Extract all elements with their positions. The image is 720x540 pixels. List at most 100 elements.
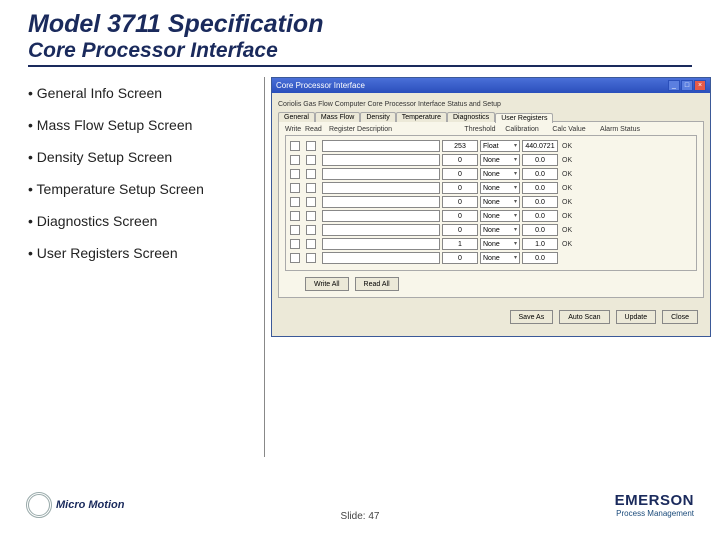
- tab-general[interactable]: General: [278, 112, 315, 122]
- calibration-select[interactable]: None: [480, 210, 520, 222]
- autoscan-button[interactable]: Auto Scan: [559, 310, 609, 324]
- bullet-item: • Mass Flow Setup Screen: [28, 117, 264, 133]
- window-titlebar: Core Processor Interface _ □ ×: [272, 78, 710, 93]
- micromotion-logo: Micro Motion: [26, 492, 124, 518]
- register-row: 0None0.0OK: [290, 182, 692, 194]
- desc-input[interactable]: [322, 182, 440, 194]
- saveas-button[interactable]: Save As: [510, 310, 554, 324]
- write-checkbox[interactable]: [290, 253, 300, 263]
- value-input[interactable]: 0.0: [522, 182, 558, 194]
- calibration-select[interactable]: Float: [480, 140, 520, 152]
- register-row: 0None0.0OK: [290, 154, 692, 166]
- tab-panel: Write Read Register Description Threshol…: [278, 122, 704, 298]
- tab-temperature[interactable]: Temperature: [396, 112, 447, 122]
- maximize-button[interactable]: □: [681, 80, 693, 91]
- alarm-status: OK: [560, 227, 606, 234]
- tab-massflow[interactable]: Mass Flow: [315, 112, 360, 122]
- read-checkbox[interactable]: [306, 225, 316, 235]
- close-dialog-button[interactable]: Close: [662, 310, 698, 324]
- threshold-input[interactable]: 0: [442, 224, 478, 236]
- emerson-sub: Process Management: [615, 509, 694, 518]
- alarm-status: OK: [560, 213, 606, 220]
- bullet-item: • Density Setup Screen: [28, 149, 264, 165]
- bullet-list: • General Info Screen • Mass Flow Setup …: [0, 77, 265, 457]
- register-row: 0None0.0: [290, 252, 692, 264]
- desc-input[interactable]: [322, 210, 440, 222]
- register-row: 0None0.0OK: [290, 224, 692, 236]
- tab-diagnostics[interactable]: Diagnostics: [447, 112, 495, 122]
- value-input[interactable]: 1.0: [522, 238, 558, 250]
- col-write: Write: [285, 126, 305, 133]
- read-checkbox[interactable]: [306, 155, 316, 165]
- write-checkbox[interactable]: [290, 183, 300, 193]
- read-checkbox[interactable]: [306, 197, 316, 207]
- threshold-input[interactable]: 0: [442, 196, 478, 208]
- read-checkbox[interactable]: [306, 169, 316, 179]
- read-checkbox[interactable]: [306, 239, 316, 249]
- desc-input[interactable]: [322, 196, 440, 208]
- tab-user-registers[interactable]: User Registers: [495, 113, 553, 123]
- threshold-input[interactable]: 0: [442, 252, 478, 264]
- register-row: 1None1.0OK: [290, 238, 692, 250]
- desc-input[interactable]: [322, 224, 440, 236]
- tab-density[interactable]: Density: [360, 112, 395, 122]
- calibration-select[interactable]: None: [480, 168, 520, 180]
- read-all-button[interactable]: Read All: [355, 277, 399, 291]
- write-checkbox[interactable]: [290, 225, 300, 235]
- read-checkbox[interactable]: [306, 183, 316, 193]
- calibration-select[interactable]: None: [480, 182, 520, 194]
- value-input[interactable]: 440.0721: [522, 140, 558, 152]
- alarm-status: OK: [560, 199, 606, 206]
- read-checkbox[interactable]: [306, 211, 316, 221]
- col-calibration: Calibration: [501, 126, 543, 133]
- threshold-input[interactable]: 0: [442, 182, 478, 194]
- value-input[interactable]: 0.0: [522, 196, 558, 208]
- threshold-input[interactable]: 0: [442, 210, 478, 222]
- write-checkbox[interactable]: [290, 141, 300, 151]
- value-input[interactable]: 0.0: [522, 154, 558, 166]
- alarm-status: OK: [560, 185, 606, 192]
- close-button[interactable]: ×: [694, 80, 706, 91]
- emerson-text: EMERSON: [615, 492, 694, 509]
- write-checkbox[interactable]: [290, 197, 300, 207]
- calibration-select[interactable]: None: [480, 196, 520, 208]
- desc-input[interactable]: [322, 168, 440, 180]
- window-title: Core Processor Interface: [276, 81, 365, 90]
- slide-number: Slide: 47: [341, 511, 380, 522]
- threshold-input[interactable]: 0: [442, 154, 478, 166]
- write-checkbox[interactable]: [290, 239, 300, 249]
- bullet-item: • Diagnostics Screen: [28, 213, 264, 229]
- calibration-select[interactable]: None: [480, 224, 520, 236]
- write-checkbox[interactable]: [290, 211, 300, 221]
- window-caption: Coriolis Gas Flow Computer Core Processo…: [278, 99, 704, 112]
- logo-ring-icon: [26, 492, 52, 518]
- col-value: Calc Value: [543, 126, 595, 133]
- value-input[interactable]: 0.0: [522, 252, 558, 264]
- desc-input[interactable]: [322, 140, 440, 152]
- calibration-select[interactable]: None: [480, 238, 520, 250]
- minimize-button[interactable]: _: [668, 80, 680, 91]
- update-button[interactable]: Update: [616, 310, 657, 324]
- calibration-select[interactable]: None: [480, 252, 520, 264]
- read-checkbox[interactable]: [306, 141, 316, 151]
- desc-input[interactable]: [322, 252, 440, 264]
- alarm-status: OK: [560, 241, 606, 248]
- value-input[interactable]: 0.0: [522, 168, 558, 180]
- threshold-input[interactable]: 1: [442, 238, 478, 250]
- threshold-input[interactable]: 253: [442, 140, 478, 152]
- write-checkbox[interactable]: [290, 169, 300, 179]
- threshold-input[interactable]: 0: [442, 168, 478, 180]
- register-row: 0None0.0OK: [290, 210, 692, 222]
- desc-input[interactable]: [322, 238, 440, 250]
- bullet-item: • General Info Screen: [28, 85, 264, 101]
- col-threshold: Threshold: [459, 126, 501, 133]
- slide-title: Model 3711 Specification: [28, 10, 692, 39]
- write-checkbox[interactable]: [290, 155, 300, 165]
- read-checkbox[interactable]: [306, 253, 316, 263]
- value-input[interactable]: 0.0: [522, 210, 558, 222]
- value-input[interactable]: 0.0: [522, 224, 558, 236]
- calibration-select[interactable]: None: [480, 154, 520, 166]
- write-all-button[interactable]: Write All: [305, 277, 349, 291]
- desc-input[interactable]: [322, 154, 440, 166]
- tab-bar: General Mass Flow Density Temperature Di…: [278, 112, 704, 122]
